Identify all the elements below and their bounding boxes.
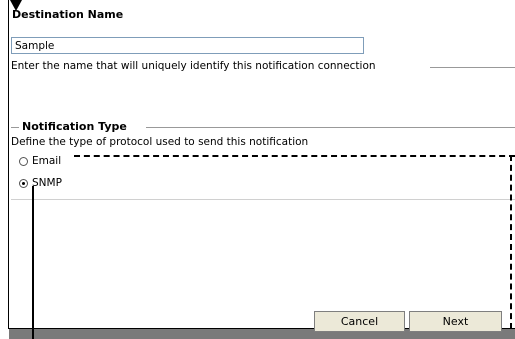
annotation-pointer-line	[32, 186, 34, 339]
group-border-right	[146, 127, 515, 128]
radio-snmp-label: SNMP	[32, 177, 62, 189]
frame-left-border	[8, 0, 9, 329]
destination-name-heading: Destination Name	[12, 8, 124, 21]
radio-email-button[interactable]	[19, 156, 28, 166]
destination-name-hint: Enter the name that will uniquely identi…	[11, 60, 376, 72]
hint-divider	[430, 67, 515, 68]
radio-email-label: Email	[32, 155, 62, 167]
cancel-button[interactable]: Cancel	[314, 311, 405, 332]
section-separator	[11, 199, 515, 200]
group-border-left	[11, 127, 19, 128]
annotation-dashed-line-vertical	[510, 155, 512, 329]
notification-type-description: Define the type of protocol used to send…	[11, 136, 309, 148]
destination-name-input[interactable]	[11, 37, 364, 54]
radio-option-email[interactable]: Email	[19, 155, 61, 167]
next-button[interactable]: Next	[409, 311, 502, 332]
notification-type-title: Notification Type	[22, 120, 127, 133]
radio-option-snmp[interactable]: SNMP	[19, 177, 62, 189]
annotation-arrow-icon	[10, 0, 22, 11]
radio-snmp-button[interactable]	[19, 178, 28, 188]
annotation-dashed-line-horizontal	[74, 155, 515, 157]
